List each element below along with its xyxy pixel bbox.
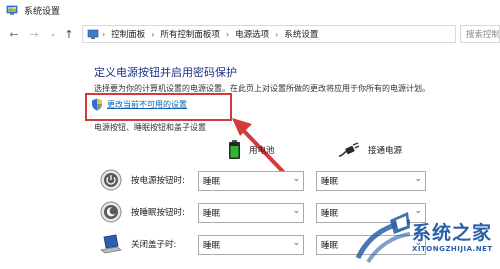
- sleep-button-row: 按睡眠按钮时:: [100, 199, 198, 225]
- plugged-column-label: 接通电源: [368, 146, 403, 156]
- power-button-label: 按电源按钮时:: [131, 176, 185, 186]
- sleep-button-label: 按睡眠按钮时:: [131, 208, 185, 218]
- highlight-box: [85, 93, 232, 121]
- watermark-title: 系统之家: [412, 222, 493, 244]
- computer-icon: [87, 29, 99, 39]
- watermark-subtitle: XITONGZHIJIA.NET: [412, 245, 493, 253]
- window-title: 系统设置: [24, 6, 61, 17]
- laptop-lid-icon: [100, 234, 122, 254]
- battery-icon: [229, 140, 240, 159]
- select-value: 睡眠: [321, 177, 339, 187]
- section-label: 电源按钮、睡眠按钮和盖子设置: [94, 122, 210, 133]
- breadcrumb-separator-icon: ›: [151, 29, 155, 39]
- breadcrumb-separator-icon: ›: [102, 29, 106, 39]
- battery-column-header: 用电池: [228, 140, 275, 160]
- control-panel-icon: [6, 5, 18, 15]
- power-button-row: 按电源按钮时:: [100, 167, 198, 193]
- forward-icon[interactable]: →: [26, 26, 42, 42]
- up-icon[interactable]: ↑: [61, 26, 77, 42]
- lid-close-battery-select[interactable]: 睡眠 ⌄: [198, 235, 304, 255]
- lid-close-label: 关闭盖子时:: [131, 240, 177, 250]
- sleep-button-icon: [100, 201, 122, 223]
- select-value: 睡眠: [203, 177, 221, 187]
- breadcrumb-separator-icon: ›: [225, 29, 230, 39]
- select-value: 睡眠: [203, 209, 221, 219]
- power-button-icon: [100, 169, 122, 191]
- select-value: 睡眠: [321, 209, 339, 219]
- back-icon[interactable]: ←: [6, 26, 22, 42]
- navigation-bar: ← → ⌄ ↑ › 控制面板 › 所有控制面板项 › 电源选项 › 系统设置 搜…: [0, 22, 500, 46]
- plug-icon: [338, 142, 360, 157]
- lid-close-row: 关闭盖子时:: [100, 231, 198, 257]
- select-value: 睡眠: [203, 241, 221, 251]
- breadcrumb[interactable]: › 控制面板 › 所有控制面板项 › 电源选项 › 系统设置: [82, 25, 456, 43]
- recent-icon[interactable]: ⌄: [45, 26, 61, 42]
- select-value: 睡眠: [321, 241, 339, 251]
- breadcrumb-power-options[interactable]: 电源选项: [235, 28, 269, 40]
- power-button-battery-select[interactable]: 睡眠 ⌄: [198, 171, 304, 191]
- chevron-down-icon: ⌄: [292, 174, 300, 184]
- battery-column-label: 用电池: [249, 146, 275, 156]
- page-title: 定义电源按钮并启用密码保护: [94, 66, 237, 79]
- search-input[interactable]: 搜索控制: [460, 25, 500, 43]
- plugged-column-header: 接通电源: [338, 142, 402, 158]
- power-button-plugged-select[interactable]: 睡眠 ⌄: [316, 171, 426, 191]
- chevron-down-icon: ⌄: [292, 206, 300, 216]
- chevron-down-icon: ⌄: [414, 174, 422, 184]
- window-titlebar: 系统设置: [0, 0, 500, 20]
- breadcrumb-separator-icon: ›: [275, 29, 279, 39]
- chevron-down-icon: ⌄: [292, 238, 300, 248]
- breadcrumb-all-items[interactable]: 所有控制面板项: [160, 28, 220, 40]
- breadcrumb-control-panel[interactable]: 控制面板: [111, 28, 145, 40]
- sleep-button-battery-select[interactable]: 睡眠 ⌄: [198, 203, 304, 223]
- breadcrumb-system-settings[interactable]: 系统设置: [284, 28, 318, 40]
